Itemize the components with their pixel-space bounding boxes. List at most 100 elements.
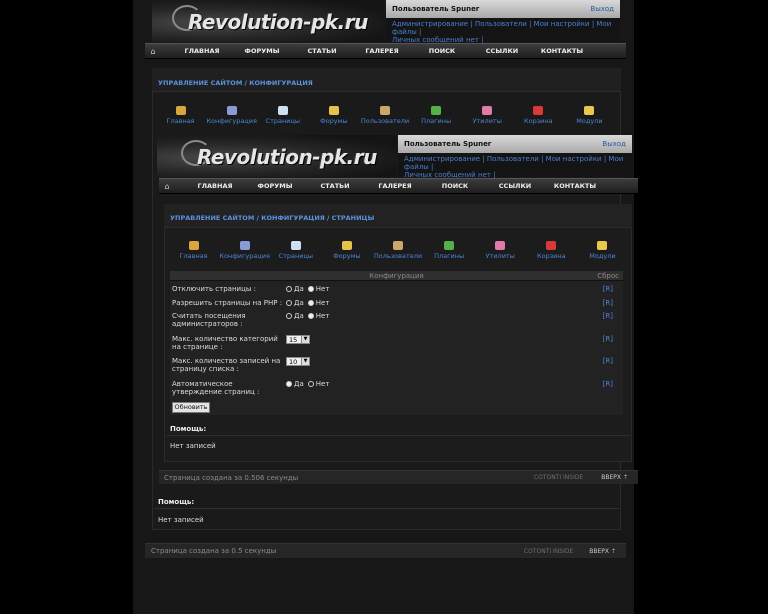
users-icon: [392, 241, 403, 250]
reset-link[interactable]: [R]: [603, 357, 613, 365]
option-group: Да Нет: [286, 285, 329, 293]
inner-nav-articles[interactable]: СТАТЬИ: [305, 182, 365, 190]
inner-user-links: Администрирование | Пользователи | Мои н…: [398, 153, 632, 181]
inner-user-menu-links[interactable]: Администрирование | Пользователи | Мои н…: [404, 155, 626, 171]
inner-site-logo[interactable]: Revolution-pk.ru: [157, 135, 397, 177]
inner-logout-link[interactable]: Выход: [602, 140, 626, 148]
main-nav: ⌂ ГЛАВНАЯ ФОРУМЫ СТАТЬИ ГАЛЕРЕЯ ПОИСК СС…: [145, 43, 626, 59]
inner-nav-links[interactable]: ССЫЛКИ: [485, 182, 545, 190]
config-icon: [226, 106, 237, 115]
cp-item-trash[interactable]: Корзина: [513, 106, 564, 125]
inner-cp-item-trash[interactable]: Корзина: [526, 241, 577, 260]
arrow-up-icon: ⇡: [622, 474, 628, 481]
page-icon: [290, 241, 301, 250]
config-row-disable-pages: Отключить страницы : Да Нет [R]: [172, 285, 613, 293]
config-row-count-admin-visits: Считать посещения администраторов : Да Не…: [172, 312, 613, 328]
outer-admin-toolbar: Главная Конфигурация Страницы Форумы Пол…: [155, 106, 615, 125]
nav-home[interactable]: ГЛАВНАЯ: [173, 47, 231, 55]
radio-yes[interactable]: [286, 286, 292, 292]
nav-gallery[interactable]: ГАЛЕРЕЯ: [351, 47, 413, 55]
trash-x-icon: [533, 106, 544, 115]
inner-nav-forums[interactable]: ФОРУМЫ: [245, 182, 305, 190]
radio-no[interactable]: [307, 286, 314, 292]
outer-page-time: Страница создана за 0.5 секунды: [151, 547, 277, 555]
users-icon: [379, 106, 390, 115]
inner-admin-toolbar: Главная Конфигурация Страницы Форумы Пол…: [168, 241, 628, 260]
radio-no[interactable]: [307, 313, 314, 319]
nav-search[interactable]: ПОИСК: [413, 47, 471, 55]
inner-powered-by[interactable]: COTONTI INSIDE: [534, 474, 583, 481]
cp-item-config[interactable]: Конфигурация: [206, 106, 257, 125]
forum-icon: [328, 106, 339, 115]
nav-articles[interactable]: СТАТЬИ: [293, 47, 351, 55]
nav-contacts[interactable]: КОНТАКТЫ: [533, 47, 591, 55]
pill-icon: [482, 106, 493, 115]
inner-cp-item-config[interactable]: Конфигурация: [219, 241, 270, 260]
inner-help-text: Нет записей: [170, 442, 216, 450]
config-table: Конфигурация Сброс Отключить страницы : …: [170, 271, 623, 415]
inner-scroll-up-link[interactable]: ВВЕРХ ⇡: [601, 474, 628, 481]
reset-link[interactable]: [R]: [603, 380, 613, 388]
outer-scroll-up-link[interactable]: ВВЕРХ ⇡: [589, 548, 616, 555]
option-group: Да Нет: [286, 312, 329, 320]
max-categories-select[interactable]: 15 ▼: [286, 335, 310, 344]
radio-yes[interactable]: [286, 313, 292, 319]
home-icon[interactable]: ⌂: [145, 47, 161, 56]
site-logo[interactable]: Revolution-pk.ru: [152, 0, 384, 42]
inner-home-icon[interactable]: ⌂: [159, 182, 175, 191]
inner-page-time: Страница создана за 0.506 секунды: [164, 473, 299, 482]
cp-item-forums[interactable]: Форумы: [308, 106, 359, 125]
radio-yes[interactable]: [286, 300, 292, 306]
reset-link[interactable]: [R]: [603, 335, 613, 343]
inner-cp-item-home[interactable]: Главная: [168, 241, 219, 260]
username: Пользователь Spuner: [392, 5, 480, 13]
inner-nav-contacts[interactable]: КОНТАКТЫ: [545, 182, 605, 190]
user-menu-links[interactable]: Администрирование | Пользователи | Мои н…: [392, 20, 614, 36]
inner-help-divider: [166, 435, 630, 436]
outer-powered-by[interactable]: COTONTI INSIDE: [524, 548, 573, 555]
reset-link[interactable]: [R]: [603, 285, 613, 293]
outer-footer: Страница создана за 0.5 секунды COTONTI …: [145, 543, 626, 558]
logout-link[interactable]: Выход: [590, 5, 614, 13]
inner-nav-gallery[interactable]: ГАЛЕРЕЯ: [365, 182, 425, 190]
inner-nav-home[interactable]: ГЛАВНАЯ: [185, 182, 245, 190]
radio-no[interactable]: [307, 300, 314, 306]
outer-breadcrumb[interactable]: УПРАВЛЕНИЕ САЙТОМ / КОНФИГУРАЦИЯ: [158, 79, 313, 87]
config-row-auto-approve: Автоматическое утверждение страниц : Да Н…: [172, 380, 613, 396]
reset-header-label: Сброс: [597, 272, 619, 280]
inner-cp-item-users[interactable]: Пользователи: [372, 241, 423, 260]
inner-nav-search[interactable]: ПОИСК: [425, 182, 485, 190]
config-row-allow-php: Разрешить страницы на PHP : Да Нет [R]: [172, 299, 613, 307]
config-table-header: Конфигурация Сброс: [170, 271, 623, 281]
cp-item-home[interactable]: Главная: [155, 106, 206, 125]
inner-cp-item-tools[interactable]: Утилиты: [475, 241, 526, 260]
inner-cp-item-forums[interactable]: Форумы: [321, 241, 372, 260]
update-button[interactable]: Обновить: [172, 402, 210, 413]
inner-cp-item-modules[interactable]: Модули: [577, 241, 628, 260]
inner-username: Пользователь Spuner: [404, 140, 492, 148]
house-icon: [188, 241, 199, 250]
config-row-max-list-items: Макс. количество записей на страницу спи…: [172, 357, 613, 373]
arrow-up-icon: ⇡: [610, 547, 616, 555]
inner-cp-item-pages[interactable]: Страницы: [270, 241, 321, 260]
radio-yes[interactable]: [286, 381, 292, 387]
nav-links[interactable]: ССЫЛКИ: [471, 47, 533, 55]
cp-item-plugins[interactable]: Плагины: [411, 106, 462, 125]
nav-forums[interactable]: ФОРУМЫ: [231, 47, 293, 55]
inner-help-title: Помощь:: [170, 425, 207, 433]
cp-item-modules[interactable]: Модули: [564, 106, 615, 125]
cp-item-users[interactable]: Пользователи: [359, 106, 410, 125]
radio-no[interactable]: [307, 381, 314, 387]
cp-item-pages[interactable]: Страницы: [257, 106, 308, 125]
cp-item-tools[interactable]: Утилиты: [462, 106, 513, 125]
reset-link[interactable]: [R]: [603, 299, 613, 307]
inner-breadcrumb[interactable]: УПРАВЛЕНИЕ САЙТОМ / КОНФИГУРАЦИЯ / СТРАН…: [170, 214, 374, 222]
max-list-items-select[interactable]: 10 ▼: [286, 357, 310, 366]
reset-link[interactable]: [R]: [603, 312, 613, 320]
folder-icon: [597, 241, 608, 250]
folder-icon: [584, 106, 595, 115]
inner-cp-item-plugins[interactable]: Плагины: [424, 241, 475, 260]
trash-x-icon: [546, 241, 557, 250]
page-icon: [277, 106, 288, 115]
option-group: 15 ▼: [286, 335, 310, 344]
